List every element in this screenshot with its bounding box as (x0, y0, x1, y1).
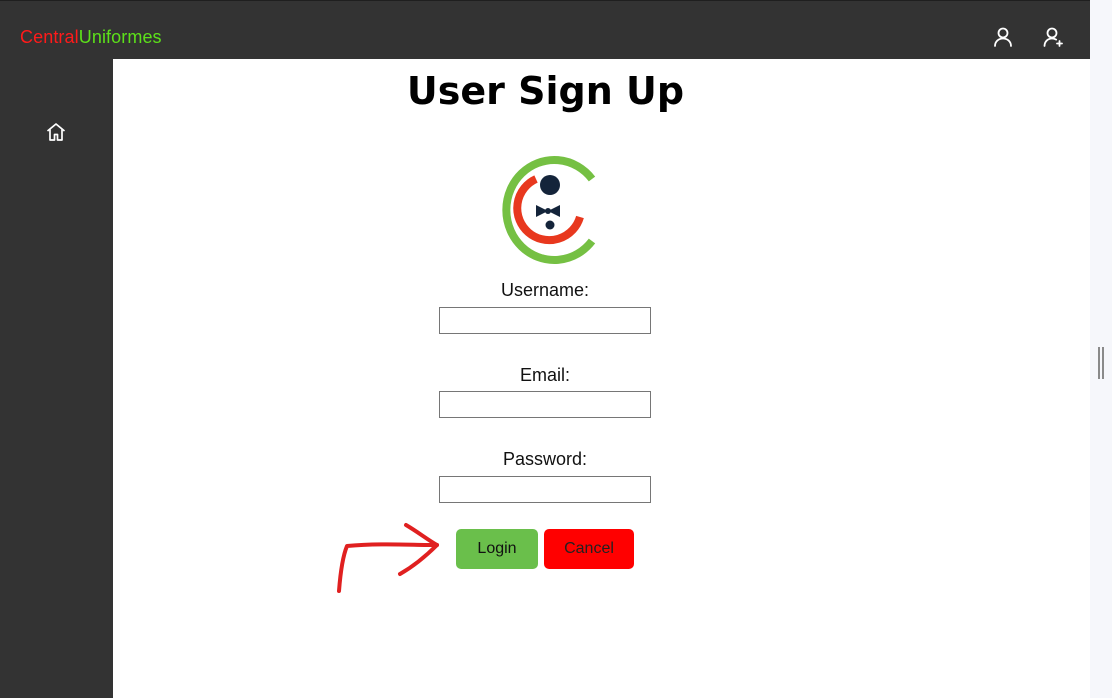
sidebar (0, 59, 113, 698)
main-content: User Sign Up Username: Email: Password: … (113, 59, 1090, 698)
password-input[interactable] (439, 476, 651, 503)
email-label: Email: (519, 365, 570, 385)
scrollbar-handle[interactable] (1097, 346, 1105, 380)
page-title: User Sign Up (406, 69, 685, 113)
top-navbar: CentralUniformes (0, 0, 1090, 59)
user-icon[interactable] (991, 25, 1015, 49)
password-label: Password: (502, 449, 588, 469)
username-label: Username: (500, 280, 590, 300)
email-input[interactable] (439, 391, 651, 418)
user-add-icon[interactable] (1041, 25, 1065, 49)
cancel-button[interactable]: Cancel (544, 529, 634, 569)
brand-name-part2: Uniformes (78, 27, 162, 47)
brand-name-part1: Central (20, 27, 79, 47)
home-icon[interactable] (44, 120, 68, 144)
username-input[interactable] (439, 307, 651, 334)
company-logo (502, 156, 596, 264)
login-button[interactable]: Login (456, 529, 538, 569)
brand-logo[interactable]: CentralUniformes (20, 25, 162, 49)
